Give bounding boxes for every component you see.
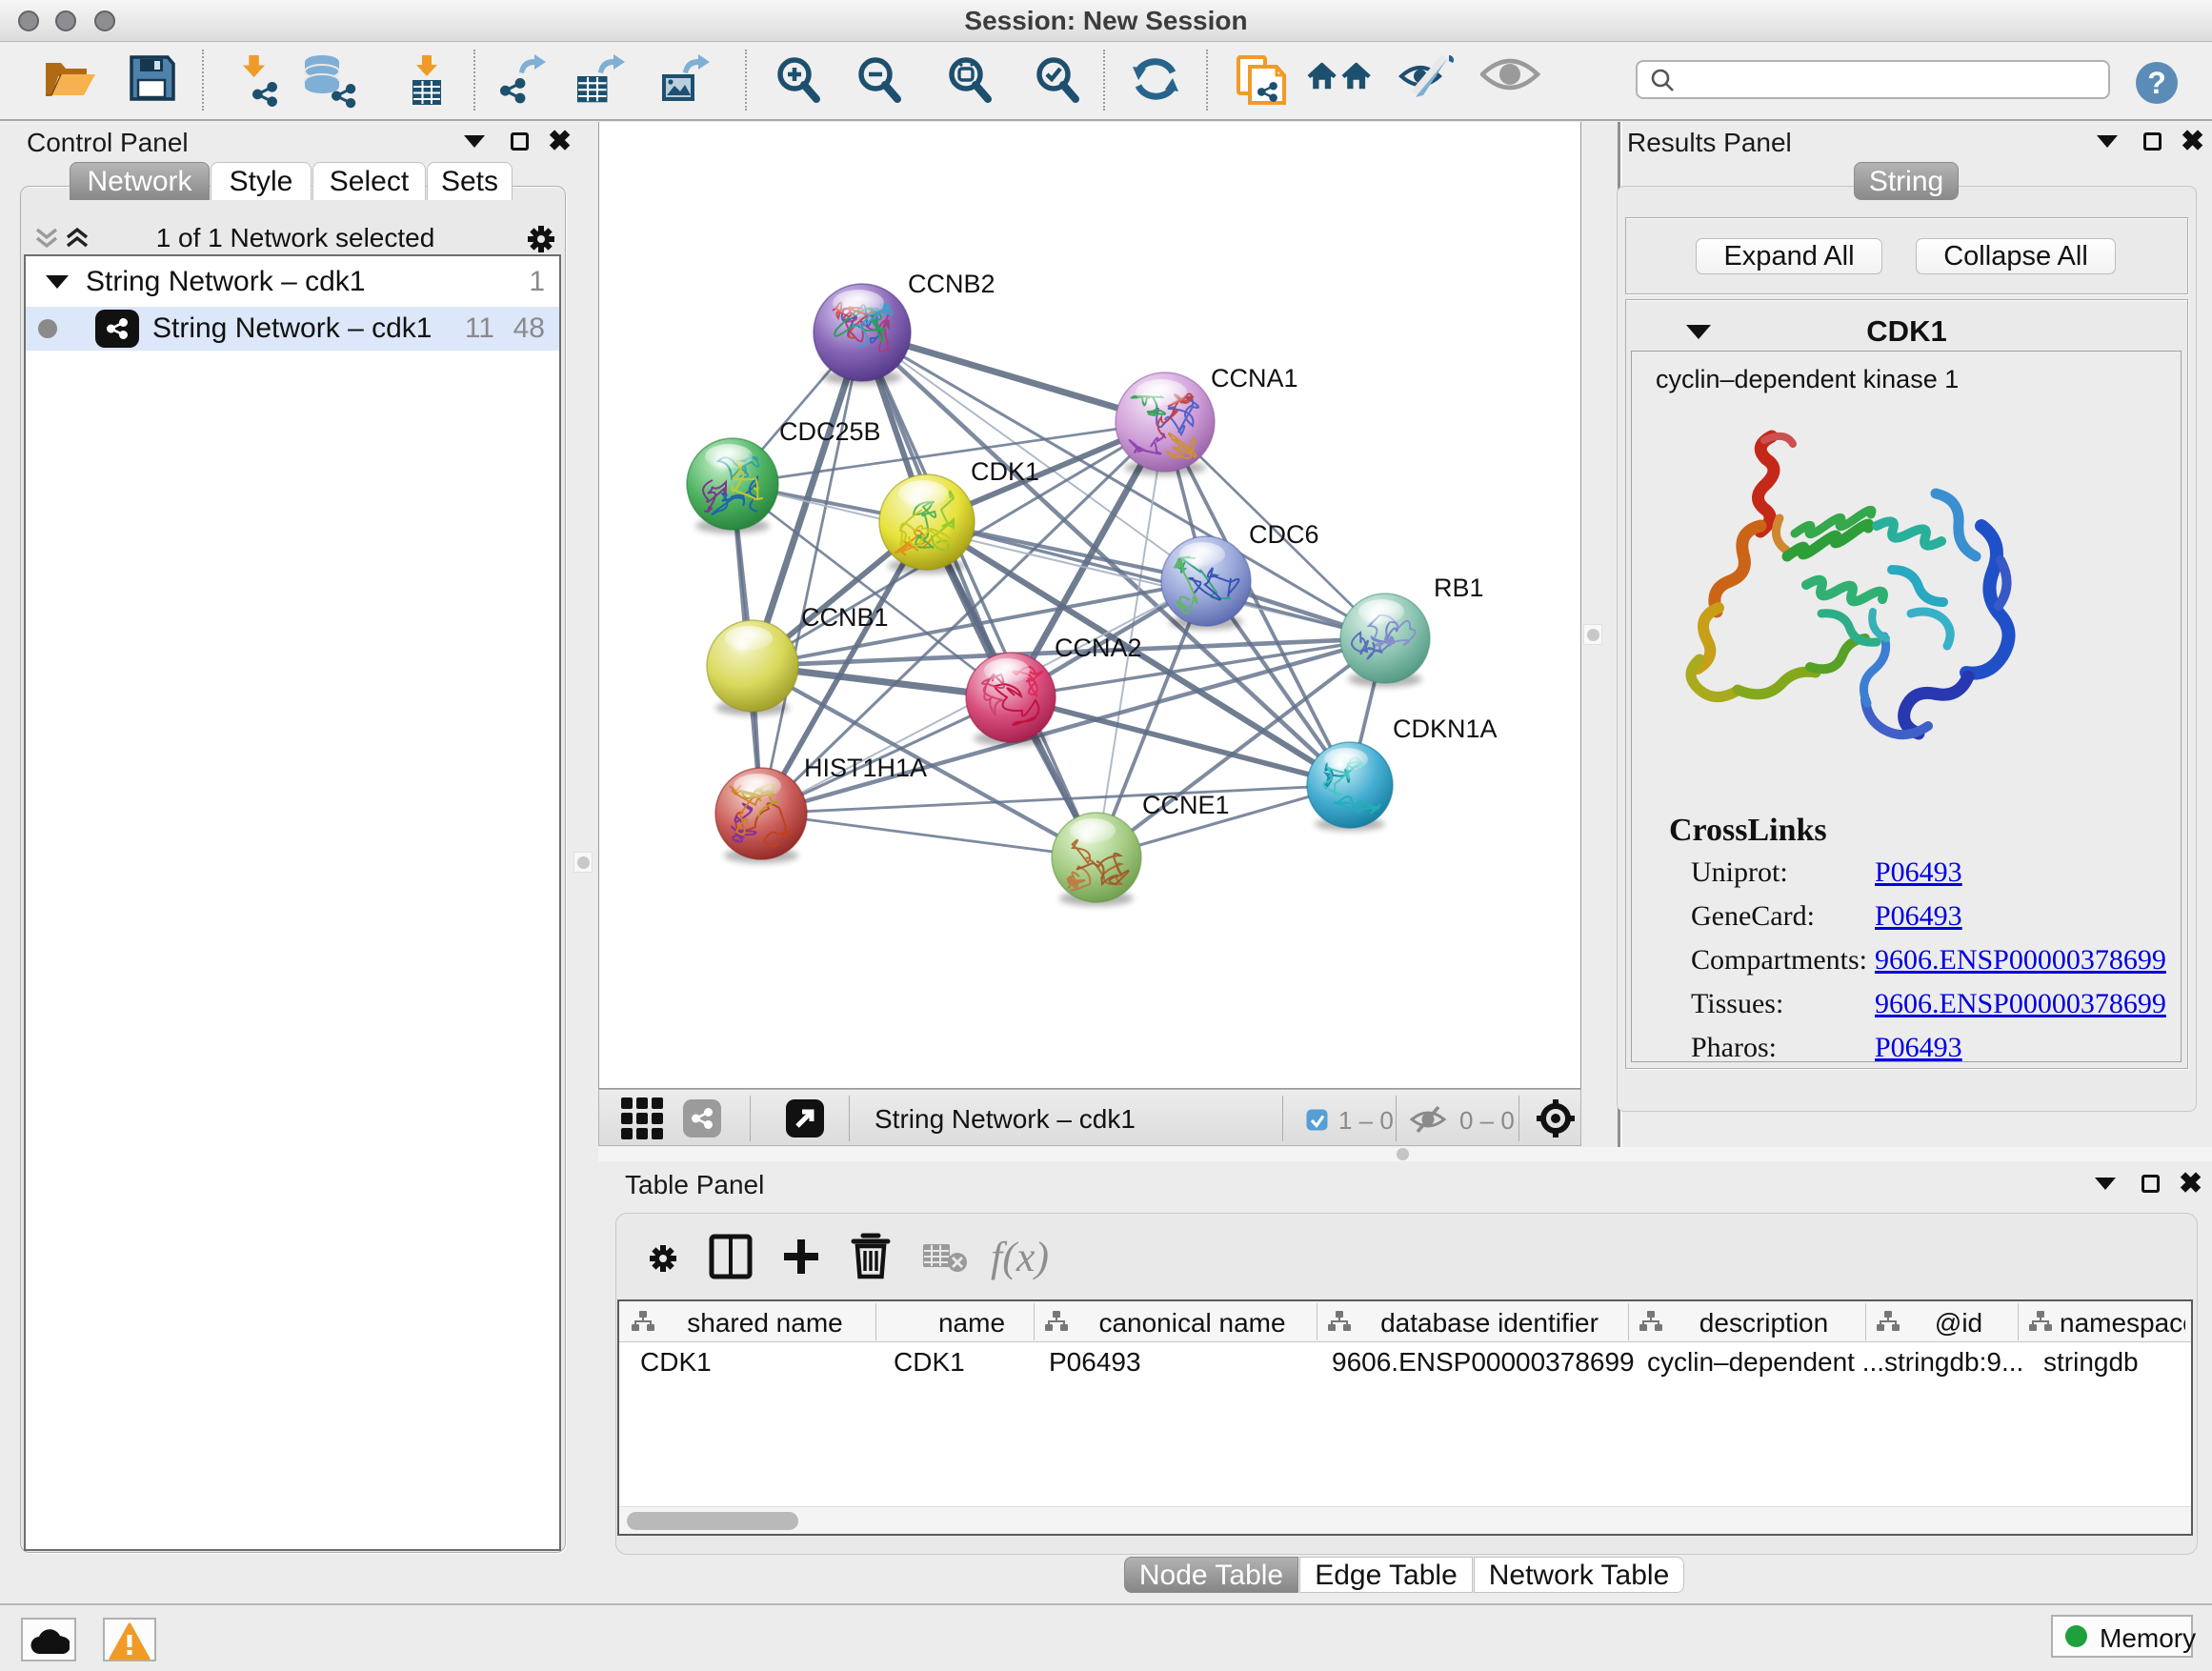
svg-text:RB1: RB1 <box>1434 574 1484 602</box>
svg-text:CCNA1: CCNA1 <box>1211 364 1298 393</box>
svg-text:CCNA2: CCNA2 <box>1055 634 1142 662</box>
svg-text:CCNB1: CCNB1 <box>801 603 889 632</box>
svg-text:?: ? <box>2147 66 2166 100</box>
svg-text:CDK1: CDK1 <box>971 457 1039 486</box>
svg-text:CDC25B: CDC25B <box>779 417 881 446</box>
svg-text:CDKN1A: CDKN1A <box>1393 715 1498 743</box>
svg-text:HIST1H1A: HIST1H1A <box>804 754 927 782</box>
svg-text:CCNB2: CCNB2 <box>908 270 995 298</box>
svg-text:CCNE1: CCNE1 <box>1142 791 1230 819</box>
svg-text:CDC6: CDC6 <box>1249 520 1319 549</box>
